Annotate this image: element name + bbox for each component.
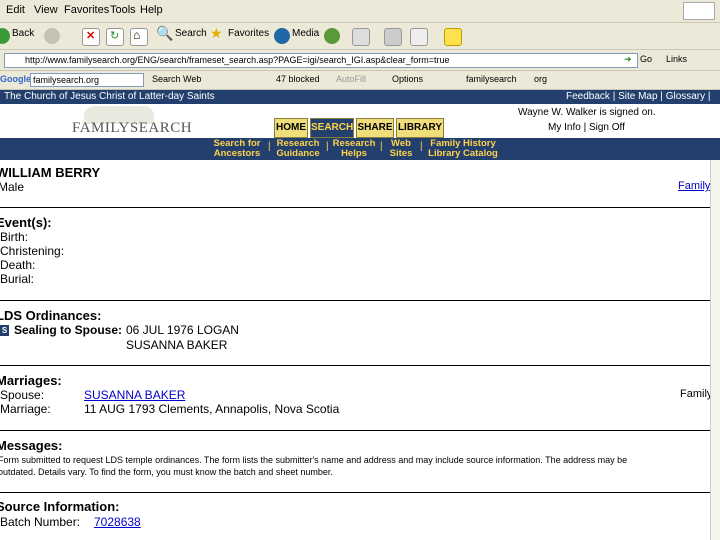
menu-edit[interactable]: Edit [6, 4, 25, 16]
search-button[interactable]: Search [175, 28, 207, 39]
go-arrow-icon: ➜ [624, 54, 632, 64]
spouse-link[interactable]: SUSANNA BAKER [84, 388, 185, 402]
event-christening-label: Christening: [0, 244, 65, 258]
marriages-heading: Marriages: [0, 373, 62, 388]
messages-heading: Messages: [0, 438, 63, 453]
menu-help[interactable]: Help [140, 4, 163, 16]
event-burial-label: Burial: [0, 272, 35, 286]
event-death-label: Death: [0, 258, 36, 272]
subnav-label: Helps [341, 148, 367, 159]
google-search-input[interactable]: familysearch.org [30, 73, 144, 87]
print-icon[interactable] [384, 28, 402, 46]
spouse-label: Spouse: [0, 388, 45, 402]
windows-logo [683, 2, 715, 20]
marriage-value: 11 AUG 1793 Clements, Annapolis, Nova Sc… [84, 402, 340, 416]
mail-icon[interactable] [352, 28, 370, 46]
media-icon [274, 28, 290, 44]
tab-library[interactable]: LIBRARY [396, 118, 444, 138]
events-heading: Event(s): [0, 215, 52, 230]
message-line-2: outdated. Details vary. To find the form… [0, 467, 333, 477]
scrollbar[interactable] [710, 160, 720, 540]
batch-label: Batch Number: [0, 515, 81, 529]
autofill-button[interactable]: AutoFill [336, 74, 366, 84]
separator: | [268, 141, 271, 152]
site-header: FAMILYSEARCH HOME SEARCH SHARE LIBRARY W… [0, 104, 720, 138]
family-link-2[interactable]: Family [680, 388, 712, 400]
divider [0, 492, 710, 493]
back-icon[interactable] [0, 28, 10, 44]
subnav-search-ancestors[interactable]: Search for Ancestors [208, 139, 266, 159]
separator: | [380, 141, 383, 152]
search-icon: 🔍 [156, 25, 174, 41]
subnav-label: Ancestors [213, 148, 261, 159]
favorites-button[interactable]: Favorites [228, 28, 269, 39]
family-link[interactable]: Family [678, 180, 710, 192]
subnav-label: Sites [389, 148, 413, 159]
church-bar: The Church of Jesus Christ of Latter-day… [0, 90, 720, 116]
address-bar: http://www.familysearch.org/ENG/search/f… [0, 50, 720, 71]
marriage-label: Marriage: [0, 402, 51, 416]
separator: | [326, 141, 329, 152]
sealing-label: Sealing to Spouse: [14, 323, 123, 337]
tab-share[interactable]: SHARE [356, 118, 394, 138]
sealing-spouse: SUSANNA BAKER [126, 338, 228, 352]
subnav-label: Guidance [276, 148, 320, 159]
signed-in-text: Wayne W. Walker is signed on. [518, 107, 656, 118]
subnav-web-sites[interactable]: Web Sites [386, 139, 416, 159]
person-sex: Male [0, 180, 25, 194]
subnav-research-guidance[interactable]: Research Guidance [272, 139, 324, 159]
ordinance-status-icon: S [0, 325, 9, 336]
query-term-1[interactable]: familysearch [466, 74, 517, 84]
tab-home[interactable]: HOME [274, 118, 308, 138]
batch-link[interactable]: 7028638 [94, 515, 141, 529]
google-logo: Google [0, 74, 31, 84]
divider [0, 365, 710, 366]
sealing-value: 06 JUL 1976 LOGAN [126, 323, 239, 337]
search-web-button[interactable]: Search Web [152, 74, 201, 84]
edit-icon[interactable] [410, 28, 428, 46]
history-icon[interactable] [324, 28, 340, 44]
note-icon[interactable] [444, 28, 462, 46]
popup-blocked-button[interactable]: 47 blocked [276, 74, 320, 84]
menu-view[interactable]: View [34, 4, 58, 16]
stop-icon[interactable]: ✕ [82, 28, 100, 46]
subnav-library-catalog[interactable]: Family History Library Catalog [424, 139, 502, 159]
divider [0, 207, 710, 208]
church-title: The Church of Jesus Christ of Latter-day… [4, 91, 215, 102]
query-term-2[interactable]: org [534, 74, 547, 84]
options-button[interactable]: Options [392, 74, 423, 84]
forward-icon[interactable] [44, 28, 60, 44]
search-subnav: Search for Ancestors | Research Guidance |… [0, 138, 720, 160]
familysearch-logo[interactable]: FAMILYSEARCH [72, 120, 192, 137]
menu-favorites[interactable]: Favorites [64, 4, 109, 16]
home-icon[interactable]: ⌂ [130, 28, 148, 46]
separator: | [420, 141, 423, 152]
tab-search[interactable]: SEARCH [310, 118, 354, 138]
divider [0, 300, 710, 301]
event-birth-label: Birth: [0, 230, 29, 244]
menu-tools[interactable]: Tools [110, 4, 136, 16]
star-icon: ★ [210, 25, 223, 41]
links-label[interactable]: Links [666, 54, 687, 64]
media-button[interactable]: Media [292, 28, 319, 39]
message-line-1: Form submitted to request LDS temple ord… [0, 455, 628, 465]
source-heading: Source Information: [0, 499, 120, 514]
person-name: WILLIAM BERRY [0, 165, 101, 180]
menu-bar: Edit View Favorites Tools Help [0, 0, 720, 23]
subnav-research-helps[interactable]: Research Helps [330, 139, 378, 159]
refresh-icon[interactable]: ↻ [106, 28, 124, 46]
address-input[interactable]: http://www.familysearch.org/ENG/search/f… [4, 53, 638, 68]
subnav-label: Library Catalog [428, 148, 498, 159]
account-links[interactable]: My Info | Sign Off [548, 122, 625, 133]
back-button[interactable]: Back [12, 28, 34, 39]
google-toolbar: Google familysearch.org Search Web 47 bl… [0, 71, 720, 90]
toolbar: Back ✕ ↻ ⌂ 🔍 Search ★ Favorites Media [0, 23, 720, 50]
divider [0, 430, 710, 431]
go-button[interactable]: Go [640, 54, 652, 64]
ordinances-heading: LDS Ordinances: [0, 308, 102, 323]
